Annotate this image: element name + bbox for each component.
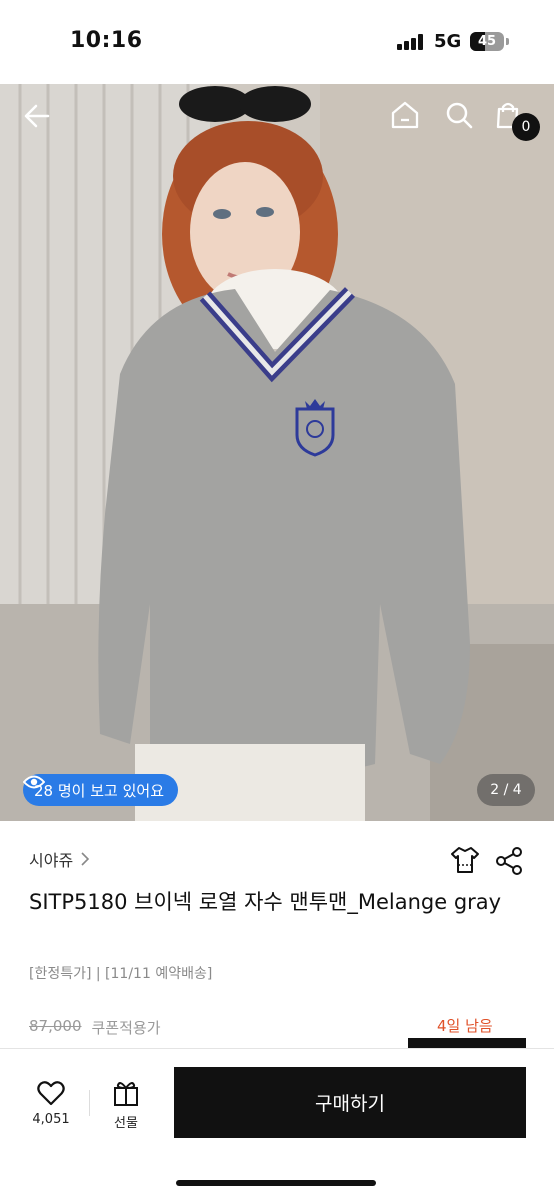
viewers-badge: 28 명이 보고 있어요	[23, 774, 178, 806]
like-count: 4,051	[32, 1112, 70, 1127]
home-indicator	[176, 1180, 376, 1186]
divider	[89, 1090, 90, 1116]
product-image-carousel[interactable]: 0 28 명이 보고 있어요 2 / 4	[0, 84, 554, 821]
back-arrow-icon	[24, 104, 50, 128]
image-page-counter: 2 / 4	[477, 774, 535, 806]
gift-button[interactable]: 선물	[106, 1080, 146, 1131]
tshirt-icon	[451, 847, 479, 873]
product-photo	[0, 84, 554, 821]
buy-button[interactable]: 구매하기	[174, 1067, 526, 1138]
cart-count-badge: 0	[512, 113, 540, 141]
gift-icon	[114, 1082, 138, 1106]
search-button[interactable]	[444, 100, 484, 140]
back-button[interactable]	[22, 101, 62, 141]
gift-label: 선물	[114, 1116, 138, 1131]
days-left-badge: 4일 남음	[437, 1017, 493, 1035]
promo-banner-edge	[408, 1038, 526, 1048]
share-button[interactable]	[492, 844, 526, 878]
home-button[interactable]	[390, 100, 430, 140]
battery-icon: 45	[470, 32, 504, 51]
battery-level: 45	[477, 34, 497, 49]
size-guide-button[interactable]	[448, 843, 482, 877]
search-icon	[446, 102, 473, 129]
viewers-text: 28 명이 보고 있어요	[34, 781, 164, 800]
status-time: 10:16	[70, 28, 143, 53]
chevron-right-icon	[81, 852, 90, 866]
share-icon	[496, 847, 522, 875]
brand-link[interactable]: 시야쥬	[29, 847, 91, 871]
network-label: 5G	[434, 31, 462, 52]
product-title: SITP5180 브이넥 로열 자수 맨투맨_Melange gray	[29, 890, 502, 914]
heart-icon	[37, 1081, 65, 1106]
signal-icon	[397, 34, 425, 50]
status-bar: 10:16 5G 45	[0, 0, 554, 84]
brand-name: 시야쥬	[29, 851, 74, 870]
divider	[0, 1048, 554, 1049]
like-button[interactable]: 4,051	[30, 1080, 72, 1127]
home-icon	[391, 101, 419, 129]
price-row: 87,000 쿠폰적용가	[29, 1017, 161, 1038]
product-tags: [한정특가] | [11/11 예약배송]	[29, 966, 213, 982]
original-price: 87,000	[29, 1017, 82, 1035]
coupon-price-label: 쿠폰적용가	[91, 1019, 161, 1037]
eye-icon	[23, 775, 45, 789]
